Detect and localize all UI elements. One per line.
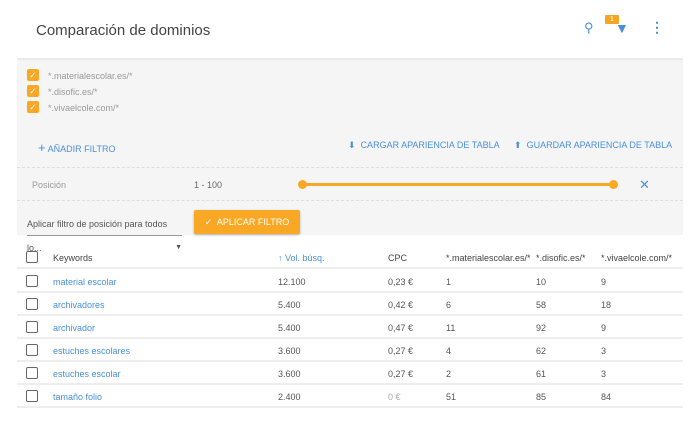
keyword-link[interactable]: material escolar [53,277,117,287]
domain-label: *.materialescolar.es/* [48,71,133,81]
add-filter-button[interactable]: + AÑADIR FILTRO [38,140,115,155]
table-cell: 3 [601,346,607,356]
table-cell: 12.100 [278,277,306,287]
col-vivaelcole[interactable]: *.vivaelcole.com/* [601,253,672,263]
keyword-link[interactable]: archivador [53,323,95,333]
table-cell: 0,42 € [388,300,414,310]
load-layout-label: CARGAR APARIENCIA DE TABLA [360,140,500,150]
select-all-checkbox[interactable] [26,251,38,263]
close-icon[interactable]: ✕ [639,177,650,193]
position-label: Posición [32,180,67,190]
check-icon: ✓ [204,217,213,227]
table-cell: 0,23 € [388,277,414,287]
slider-max-handle[interactable] [609,180,618,189]
search-icon[interactable]: ⚲ [584,20,594,36]
col-materialescolar[interactable]: *.materialescolar.es/* [446,253,531,263]
domain-checkbox-2[interactable]: ✓ [27,85,39,97]
plus-icon: + [38,140,46,155]
keyword-link[interactable]: estuches escolares [53,346,130,356]
apply-filter-label: APLICAR FILTRO [216,217,290,227]
table-cell: 2 [446,369,452,379]
col-keywords[interactable]: Keywords [53,253,93,263]
row-checkbox[interactable] [26,367,38,379]
table-cell: 18 [601,300,612,310]
domain-checkbox-1[interactable]: ✓ [27,69,39,81]
table-cell: 58 [536,300,547,310]
row-checkbox[interactable] [26,275,38,287]
row-checkbox[interactable] [26,390,38,402]
table-row: estuches escolar 3.600 0,27 € 2 61 3 [17,362,683,385]
table-cell: 3.600 [278,369,301,379]
domain-label: *.disofic.es/* [48,87,98,97]
more-vert-icon[interactable]: ⋮ [650,19,664,36]
table-row: archivador 5.400 0,47 € 11 92 9 [17,316,683,339]
divider [17,167,683,168]
table-row: estuches escolares 3.600 0,27 € 4 62 3 [17,339,683,362]
table-cell: 85 [536,392,547,402]
load-layout-button[interactable]: ⬇ CARGAR APARIENCIA DE TABLA [348,140,500,151]
row-checkbox[interactable] [26,344,38,356]
table-cell: 11 [446,323,456,333]
table-cell: 0,47 € [388,323,414,333]
table-row: archivadores 5.400 0,42 € 6 58 18 [17,293,683,316]
position-slider-track[interactable] [302,183,614,186]
table-header: Keywords ↑ Vol. búsq. CPC *.materialesco… [17,246,683,269]
table-cell: 9 [601,323,607,333]
table-cell: 3.600 [278,346,301,356]
upload-icon: ⬆ [514,140,522,150]
table-cell: 1 [446,277,452,287]
table-row: material escolar 12.100 0,23 € 1 10 9 [17,270,683,293]
table-cell: 51 [446,392,457,402]
table-cell: 61 [536,369,547,379]
table-cell: 0 € [388,392,401,402]
row-checkbox[interactable] [26,321,38,333]
col-cpc[interactable]: CPC [388,253,407,263]
save-layout-label: GUARDAR APARIENCIA DE TABLA [526,140,673,150]
table-row: tamaño folio 2.400 0 € 51 85 84 [17,385,683,408]
col-disofic[interactable]: *.disofic.es/* [536,253,586,263]
table-cell: 84 [601,392,612,402]
table-cell: 4 [446,346,452,356]
row-checkbox[interactable] [26,298,38,310]
domain-label: *.vivaelcole.com/* [48,103,120,113]
save-layout-button[interactable]: ⬆ GUARDAR APARIENCIA DE TABLA [514,140,672,151]
table-cell: 0,27 € [388,346,414,356]
divider [17,200,683,201]
apply-filter-button[interactable]: ✓ APLICAR FILTRO [194,210,300,234]
table-cell: 62 [536,346,547,356]
table-cell: 2.400 [278,392,301,402]
position-range: 1 - 100 [194,180,223,190]
table-cell: 9 [601,277,607,287]
col-volume[interactable]: ↑ Vol. búsq. [278,253,325,263]
table-cell: 5.400 [278,300,301,310]
keyword-link[interactable]: estuches escolar [53,369,121,379]
table-cell: 6 [446,300,452,310]
position-scope-select[interactable]: Aplicar filtro de posición para todos lo… [27,212,182,253]
table-cell: 92 [536,323,547,333]
table-cell: 0,27 € [388,369,414,379]
filter-icon[interactable]: ▼ [615,20,629,36]
domain-checkbox-3[interactable]: ✓ [27,101,39,113]
keyword-link[interactable]: tamaño folio [53,392,102,402]
add-filter-label: AÑADIR FILTRO [47,144,116,154]
table-cell: 10 [536,277,547,287]
slider-min-handle[interactable] [298,180,307,189]
page-title: Comparación de dominios [36,22,211,39]
table-cell: 3 [601,369,607,379]
download-icon: ⬇ [348,140,356,150]
keyword-link[interactable]: archivadores [53,300,105,310]
table-cell: 5.400 [278,323,301,333]
